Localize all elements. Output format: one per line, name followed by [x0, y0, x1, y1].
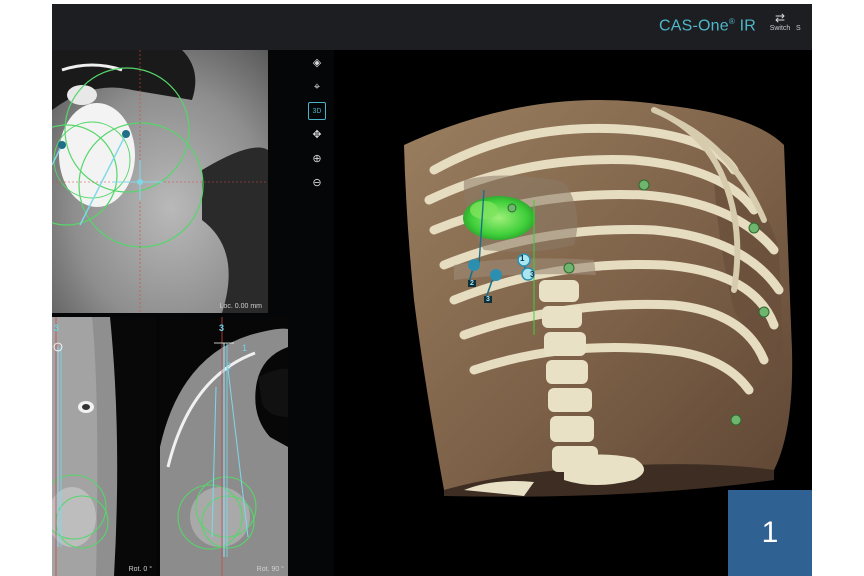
- pan-button[interactable]: ✥: [308, 126, 326, 144]
- 3d-view-button[interactable]: 3D: [308, 102, 326, 120]
- axial-location-readout: Loc. 0.00 mm: [219, 303, 262, 310]
- 3d-view-icon: 3D: [312, 108, 322, 115]
- layers-button[interactable]: ◈: [308, 54, 326, 72]
- top-bar: CAS-One® IR ⇄ Switch S: [52, 4, 812, 50]
- app-window: CAS-One® IR ⇄ Switch S Loc. 0.00 mm 3 Ro…: [52, 4, 812, 576]
- coronal-needle-label-1: 1: [242, 343, 248, 353]
- app-title: CAS-One® IR: [658, 17, 756, 35]
- focus-icon: ⌖: [313, 81, 321, 93]
- sagittal-rotation-readout: Rot. 0 °: [128, 566, 152, 573]
- layers-icon: ◈: [312, 57, 322, 69]
- axial-ct-view[interactable]: Loc. 0.00 mm: [52, 50, 268, 313]
- secondary-icon: [796, 12, 812, 25]
- pan-icon: ✥: [312, 129, 322, 141]
- sagittal-needle-label: 3: [54, 323, 60, 333]
- figure-number-badge: 1: [728, 490, 812, 576]
- focus-button[interactable]: ⌖: [308, 78, 326, 96]
- 3d-needle-marker-2[interactable]: 2: [468, 280, 476, 287]
- sagittal-ct-view[interactable]: 3 Rot. 0 °: [52, 317, 156, 576]
- zoom-in-button[interactable]: ⊕: [308, 150, 326, 168]
- view-toolbar: ◈ ⌖ 3D ✥ ⊕ ⊖: [308, 54, 330, 198]
- coronal-ct-view[interactable]: 3 1 2 Rot. 90 °: [160, 317, 288, 576]
- swap-arrows-icon: ⇄: [774, 11, 786, 25]
- coronal-rotation-readout: Rot. 90 °: [256, 566, 284, 573]
- zoom-in-icon: ⊕: [312, 153, 322, 165]
- switch-button[interactable]: ⇄ Switch: [766, 11, 794, 33]
- zoom-out-icon: ⊖: [312, 177, 322, 189]
- coronal-needle-label-2: 2: [226, 361, 232, 371]
- sagittal-ct-image: [52, 317, 156, 576]
- secondary-top-button[interactable]: S: [796, 12, 812, 32]
- coronal-ct-image: [160, 317, 288, 576]
- axial-ct-image: [52, 50, 268, 313]
- 3d-needle-marker-3b[interactable]: 3: [530, 270, 534, 279]
- 3d-needle-marker-1[interactable]: 1: [520, 254, 524, 263]
- zoom-out-button[interactable]: ⊖: [308, 174, 326, 192]
- 3d-needle-marker-3[interactable]: 3: [484, 296, 492, 303]
- coronal-needle-label: 3: [219, 323, 225, 333]
